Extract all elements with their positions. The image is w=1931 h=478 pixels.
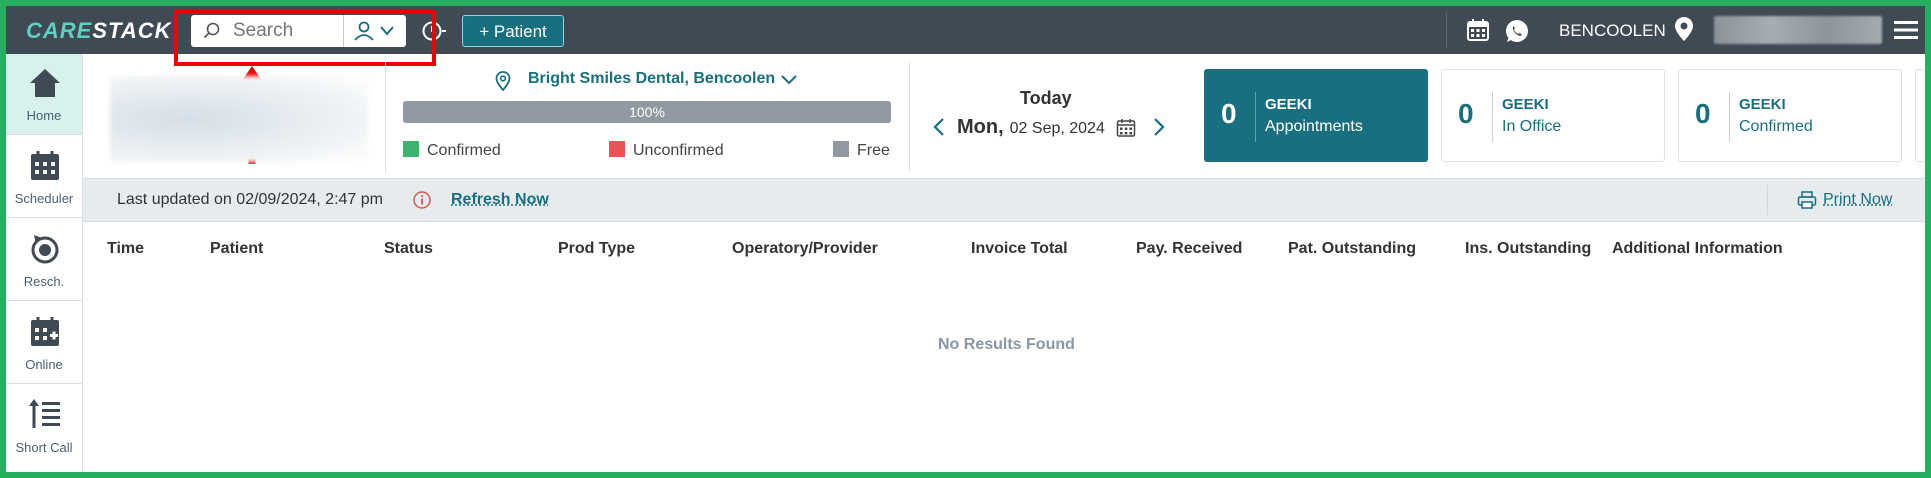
whatsapp-icon[interactable] [1504, 18, 1530, 44]
column-header-ins-outstanding[interactable]: Ins. Outstanding [1465, 240, 1591, 258]
legend-swatch-free [833, 141, 849, 157]
user-profile-blurred[interactable] [1714, 16, 1882, 44]
column-header-status[interactable]: Status [384, 240, 433, 258]
search-highlight-annotation [174, 10, 436, 66]
calendar-icon [31, 151, 59, 180]
column-header-operatory-provider[interactable]: Operatory/Provider [732, 240, 878, 258]
legend-free: Free [833, 141, 890, 160]
sidebar-item-label: Resch. [23, 274, 65, 289]
card-title: GEEKI [1502, 96, 1549, 113]
legend-unconfirmed: Unconfirmed [609, 141, 724, 160]
sidebar-item-scheduler[interactable]: Scheduler [6, 137, 82, 218]
card-divider [1492, 92, 1493, 142]
left-sidebar: Home Scheduler Resch. Online Short Call [6, 54, 83, 472]
location-pin-icon[interactable] [1674, 16, 1694, 42]
legend-swatch-confirmed [403, 141, 419, 157]
today-label: Today [1020, 88, 1072, 108]
card-count: 0 [1458, 98, 1474, 129]
legend-label: Free [857, 142, 890, 159]
summary-divider [909, 62, 910, 172]
summary-divider [385, 62, 386, 172]
practice-logo-blurred [110, 76, 368, 162]
card-divider [1255, 92, 1256, 142]
chevron-down-icon[interactable] [780, 73, 798, 87]
card-confirmed[interactable]: 0 GEEKI Confirmed [1678, 69, 1902, 162]
card-partial-next[interactable] [1915, 69, 1925, 162]
last-updated-text: Last updated on 02/09/2024, 2:47 pm [117, 191, 383, 208]
status-divider [1767, 185, 1768, 215]
sidebar-item-label: Home [26, 108, 62, 123]
legend-label: Unconfirmed [633, 142, 724, 159]
sidebar-item-label: Short Call [15, 440, 73, 455]
calendar-icon[interactable] [1466, 18, 1490, 42]
online-booking-icon [31, 317, 59, 346]
sidebar-item-online[interactable]: Online [6, 303, 82, 384]
card-in-office[interactable]: 0 GEEKI In Office [1441, 69, 1665, 162]
card-count: 0 [1221, 98, 1237, 129]
short-call-list-icon [29, 399, 60, 428]
card-subtitle: Confirmed [1739, 118, 1813, 135]
home-icon [30, 69, 60, 97]
card-subtitle: Appointments [1265, 118, 1363, 135]
column-header-prod-type[interactable]: Prod Type [558, 240, 635, 258]
logo-text-stack: STACK [92, 18, 172, 43]
topbar-divider [1446, 12, 1447, 48]
sidebar-item-label: Scheduler [14, 191, 74, 206]
card-title: GEEKI [1265, 96, 1312, 113]
column-header-additional-information[interactable]: Additional Information [1612, 240, 1783, 258]
progress-label: 100% [629, 104, 665, 120]
card-appointments[interactable]: 0 GEEKI Appointments [1204, 69, 1428, 162]
legend-label: Confirmed [427, 142, 501, 159]
carestack-logo[interactable]: CARESTACK [26, 18, 172, 44]
appointment-progress-bar: 100% [403, 101, 891, 123]
card-title: GEEKI [1739, 96, 1786, 113]
reschedule-icon [31, 235, 59, 264]
sidebar-item-home[interactable]: Home [6, 54, 82, 135]
add-patient-button[interactable]: + Patient [462, 15, 564, 47]
hamburger-menu-icon[interactable] [1894, 21, 1918, 39]
column-header-pat-outstanding[interactable]: Pat. Outstanding [1288, 240, 1416, 258]
refresh-now-link[interactable]: Refresh Now [451, 191, 549, 209]
location-pin-icon [495, 71, 511, 91]
legend-swatch-unconfirmed [609, 141, 625, 157]
legend-confirmed: Confirmed [403, 141, 501, 160]
date-label: 02 Sep, 2024 [1009, 120, 1105, 137]
card-subtitle: In Office [1502, 118, 1562, 135]
current-date[interactable]: Mon, 02 Sep, 2024 [957, 116, 1105, 139]
info-icon[interactable] [412, 190, 432, 210]
location-name[interactable]: BENCOOLEN [1559, 21, 1666, 41]
chevron-right-icon[interactable] [1152, 117, 1166, 137]
calendar-picker-icon[interactable] [1116, 118, 1136, 138]
card-count: 0 [1695, 98, 1711, 129]
sidebar-item-label: Online [25, 357, 63, 372]
empty-state-message: No Results Found [938, 336, 1075, 353]
chevron-left-icon[interactable] [932, 117, 946, 137]
column-header-patient[interactable]: Patient [210, 240, 263, 258]
print-now-link[interactable]: Print Now [1823, 191, 1892, 209]
sidebar-item-resch[interactable]: Resch. [6, 220, 82, 301]
column-header-time[interactable]: Time [107, 240, 144, 258]
weekday-label: Mon, [957, 116, 1004, 138]
card-divider [1729, 92, 1730, 142]
clinic-selector[interactable]: Bright Smiles Dental, Bencoolen [528, 70, 775, 88]
status-bar: Last updated on 02/09/2024, 2:47 pm Refr… [83, 178, 1925, 222]
printer-icon[interactable] [1797, 190, 1817, 210]
logo-text-care: CARE [26, 18, 93, 43]
sidebar-item-short-call[interactable]: Short Call [6, 386, 82, 466]
column-header-invoice-total[interactable]: Invoice Total [971, 240, 1068, 258]
column-header-pay-received[interactable]: Pay. Received [1136, 240, 1242, 258]
